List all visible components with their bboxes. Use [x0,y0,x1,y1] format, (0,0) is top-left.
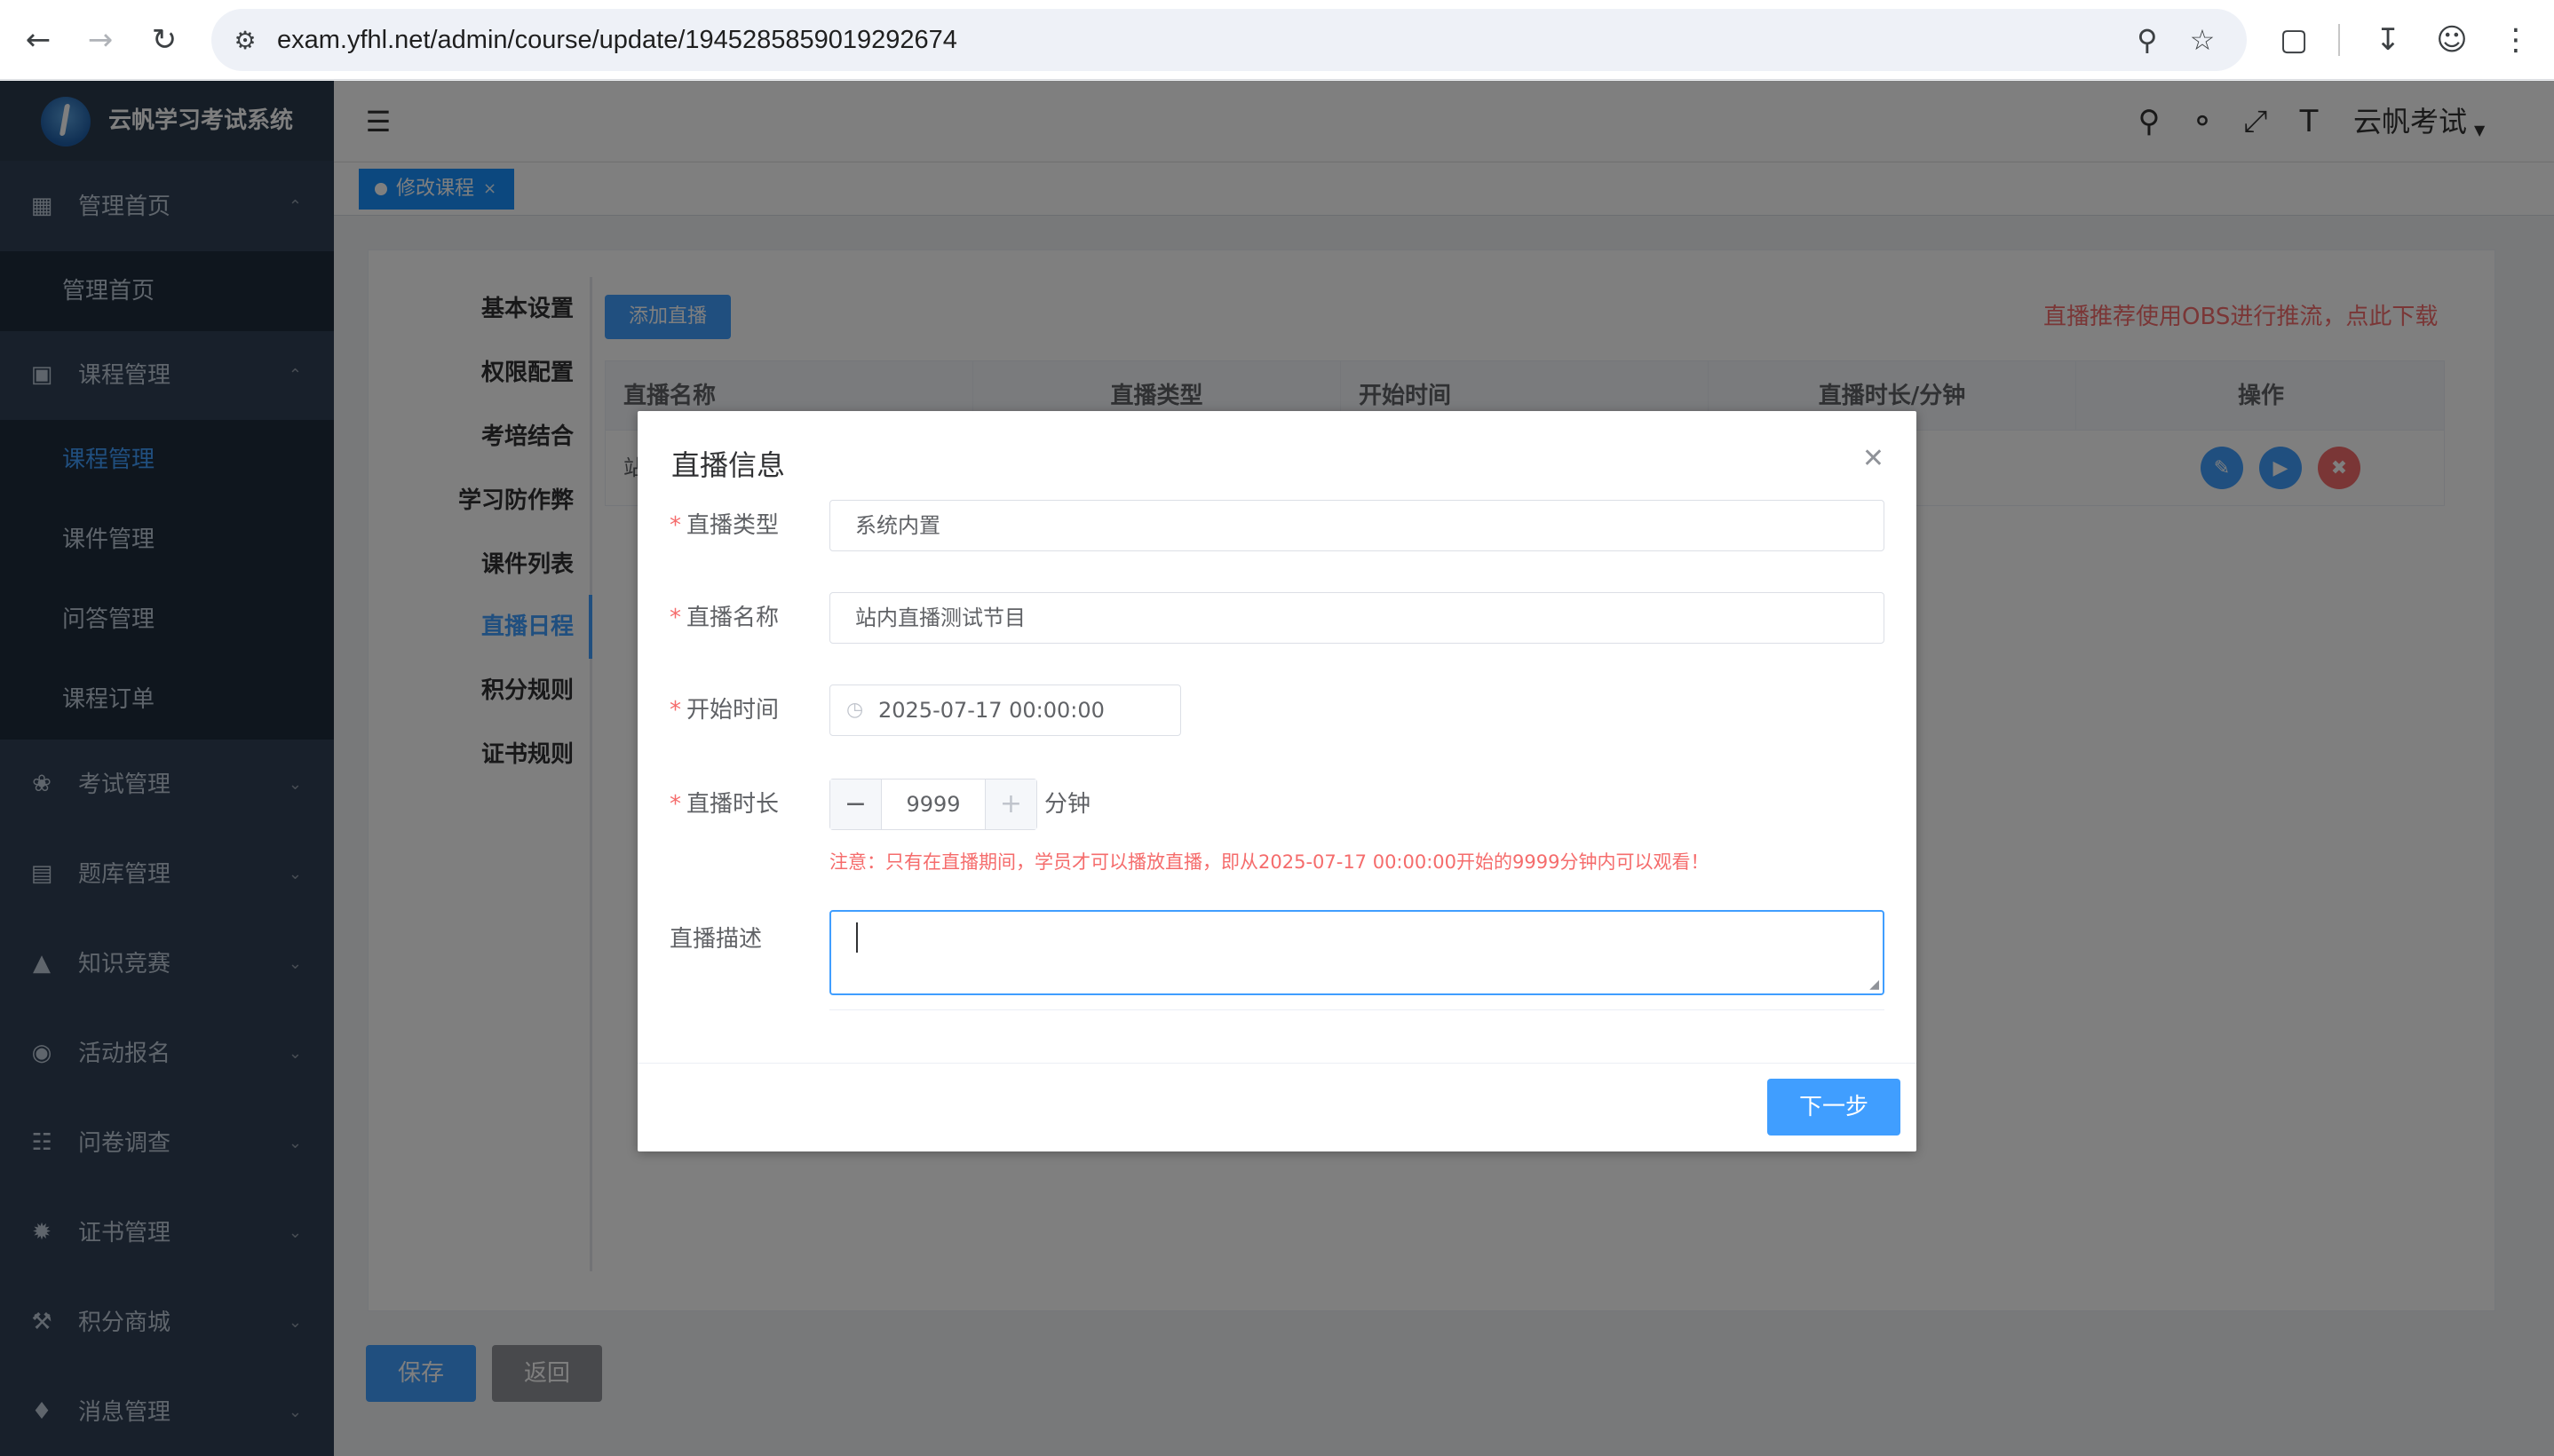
description-label: 直播描述 [670,926,763,953]
label-text: 开始时间 [686,697,780,724]
back-arrow-icon[interactable]: ← [16,18,60,62]
live-type-select[interactable]: 系统内置 [829,500,1884,551]
duration-stepper[interactable]: − 9999 + [829,779,1037,830]
reload-icon[interactable]: ↻ [142,18,186,62]
minus-icon[interactable]: − [830,779,882,829]
required-mark: * [670,697,681,724]
live-info-dialog: 直播信息 ✕ * 直播类型 系统内置 * 直播名称 站内直播测试节目 * 开始时间 ◷… [638,411,1916,1151]
required-mark: * [670,512,681,539]
url-text[interactable]: exam.yfhl.net/admin/course/update/194528… [277,9,957,71]
label-text: 直播时长 [686,791,780,818]
next-step-button[interactable]: 下一步 [1767,1079,1900,1136]
form-divider [829,1009,1884,1010]
toolbar-divider [2338,24,2340,56]
duration-unit: 分钟 [1044,791,1091,818]
live-name-input[interactable]: 站内直播测试节目 [829,592,1884,644]
profile-icon[interactable]: ☺ [2430,18,2474,62]
forward-arrow-icon[interactable]: → [78,18,123,62]
start-time-value: 2025-07-17 00:00:00 [878,698,1105,723]
label-text: 直播类型 [686,512,780,539]
live-type-label: * 直播类型 [670,500,779,551]
live-name-label: * 直播名称 [670,592,779,644]
required-mark: * [670,605,681,631]
description-textarea[interactable]: ◢ [829,910,1884,995]
dialog-title: 直播信息 [671,448,786,482]
zoom-icon[interactable]: ⚲ [2128,20,2167,59]
start-time-label: * 开始时间 [670,684,779,736]
label-text: 直播名称 [686,605,780,631]
clock-icon: ◷ [846,699,864,721]
start-time-picker[interactable]: ◷ 2025-07-17 00:00:00 [829,684,1181,736]
duration-value[interactable]: 9999 [882,779,985,829]
address-bar[interactable]: ⚙ exam.yfhl.net/admin/course/update/1945… [211,9,2247,71]
more-menu-icon[interactable]: ⋮ [2494,18,2538,62]
browser-toolbar: ← → ↻ ⚙ exam.yfhl.net/admin/course/updat… [0,0,2554,80]
site-settings-icon[interactable]: ⚙ [227,22,263,58]
required-mark: * [670,791,681,818]
duration-notice: 注意：只有在直播期间，学员才可以播放直播，即从2025-07-17 00:00:… [829,851,1709,873]
bookmark-star-icon[interactable]: ☆ [2183,20,2222,59]
download-icon[interactable]: ↧ [2366,18,2410,62]
resize-handle-icon[interactable]: ◢ [1869,977,1879,992]
plus-icon[interactable]: + [985,779,1036,829]
extensions-icon[interactable]: ▢ [2272,18,2316,62]
text-caret [856,922,858,953]
close-icon[interactable]: ✕ [1862,443,1884,474]
dialog-footer-divider [638,1063,1916,1064]
duration-label: * 直播时长 [670,779,779,830]
